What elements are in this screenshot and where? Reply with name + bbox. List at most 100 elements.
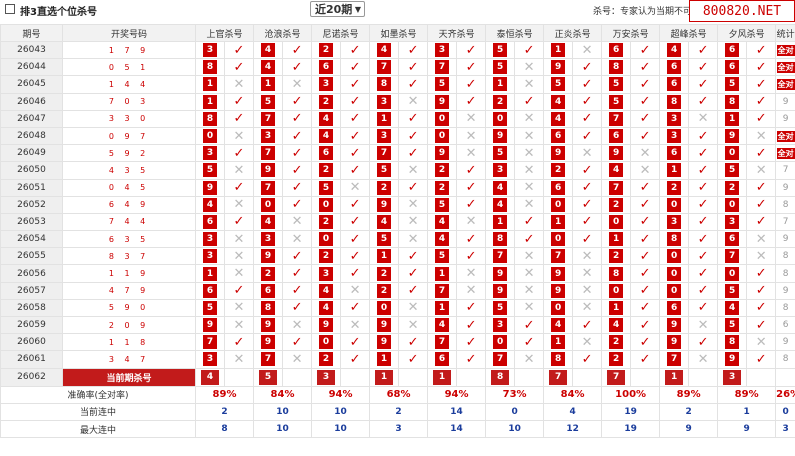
kill-pick: 4 <box>485 195 516 214</box>
check-icon: ✓ <box>456 40 487 60</box>
check-icon: ✓ <box>340 230 371 249</box>
kill-pick-value: 0 <box>725 266 740 281</box>
kill-pick: 5 <box>543 75 574 94</box>
cross-icon: ✕ <box>514 264 545 283</box>
kill-pick: 8 <box>543 350 574 369</box>
cross-icon: ✕ <box>398 195 429 214</box>
table-row: 26046 7 0 3 1 ✓ 5 ✓ 2 ✓ 3 ✕ 9 ✓ 2 ✓ 4 ✓ 5 ✓ 8 ✓ 8 ✓ 9 <box>0 92 795 111</box>
check-icon: ✓ <box>223 58 255 77</box>
max-streak-cell: 10 <box>311 419 371 439</box>
check-icon: ✓ <box>688 195 719 214</box>
check-icon: ✓ <box>630 281 661 300</box>
check-icon: ✓ <box>456 298 487 318</box>
cross-icon: ✕ <box>514 75 545 94</box>
kill-pick-value: 1 <box>551 335 566 350</box>
check-icon: ✓ <box>746 178 777 197</box>
kill-pick-value: 3 <box>667 129 682 144</box>
kill-pick: 2 <box>369 178 400 197</box>
kill-pick-value: 6 <box>609 129 624 144</box>
current-kill-value: 4 <box>201 369 219 385</box>
max-streak-cell: 19 <box>601 419 661 439</box>
kill-pick: 5 <box>717 75 748 94</box>
kill-pick-value: 9 <box>551 266 566 281</box>
stats-value: 8 <box>782 268 789 279</box>
check-icon: ✓ <box>630 109 661 128</box>
kill-pick-value: 9 <box>493 283 508 298</box>
kill-pick-value: 4 <box>435 318 450 333</box>
kill-pick: 6 <box>543 126 574 146</box>
check-icon: ✓ <box>398 75 429 94</box>
kill-pick-value: 4 <box>435 214 450 229</box>
kill-pick-value: 9 <box>551 60 566 75</box>
accuracy-cell: 94% <box>311 385 371 404</box>
kill-pick: 1 <box>485 212 516 232</box>
kill-pick-value: 3 <box>667 214 682 229</box>
max-streak-cell: 9 <box>717 419 777 439</box>
kill-pick: 7 <box>427 281 458 300</box>
kill-pick-value: 7 <box>261 180 276 195</box>
stats-cell: 6 <box>775 315 795 335</box>
option-checkbox[interactable] <box>5 4 15 14</box>
kill-pick: 3 <box>195 350 225 369</box>
empty-cell <box>630 367 661 387</box>
kill-pick: 1 <box>195 92 225 111</box>
period-select[interactable]: 近20期 ▼ <box>310 1 365 17</box>
stats-value: 全对 <box>776 78 795 90</box>
draw-numbers: 6 3 5 <box>62 230 196 249</box>
kill-pick: 0 <box>717 264 748 283</box>
check-icon: ✓ <box>456 247 487 266</box>
cross-icon: ✕ <box>514 195 545 214</box>
current-kill-pick: 5 <box>253 367 284 387</box>
kill-pick: 2 <box>659 178 690 197</box>
draw-numbers: 1 4 4 <box>62 75 196 94</box>
kill-pick-value: 0 <box>435 111 450 126</box>
kill-pick-value: 9 <box>319 318 334 333</box>
current-row: 26062 当前期杀号 4 5 3 1 1 8 7 7 1 3 <box>0 367 795 387</box>
table-row: 26048 0 9 7 0 ✕ 3 ✓ 4 ✓ 3 ✓ 0 ✕ 9 ✕ 6 ✓ 6 ✓ 3 ✓ 9 ✕ 全对 <box>0 126 795 146</box>
cross-icon: ✕ <box>282 350 313 369</box>
issue-number: 26050 <box>0 161 63 180</box>
kill-pick-value: 9 <box>609 146 624 161</box>
stats-value: 9 <box>782 113 789 124</box>
kill-pick-value: 3 <box>319 266 334 281</box>
kill-pick: 0 <box>369 298 400 318</box>
kill-pick-value: 0 <box>377 300 392 315</box>
kill-pick-value: 2 <box>319 214 334 229</box>
kill-table: 期号 开奖号码 上官杀号 沧浪杀号 尼诺杀号 如墨杀号 天齐杀号 泰恒杀号 正炎杀号 万安杀号 超峰… <box>0 24 795 439</box>
kill-pick-value: 1 <box>435 266 450 281</box>
kill-pick-value: 5 <box>435 249 450 264</box>
kill-pick: 0 <box>601 212 632 232</box>
kill-pick-value: 8 <box>609 266 624 281</box>
check-icon: ✓ <box>398 58 429 77</box>
kill-pick-value: 1 <box>667 163 682 178</box>
kill-pick-value: 7 <box>609 180 624 195</box>
kill-pick: 9 <box>253 161 284 180</box>
kill-pick: 9 <box>485 264 516 283</box>
kill-pick-value: 0 <box>261 197 276 212</box>
cross-icon: ✕ <box>514 161 545 180</box>
kill-pick: 2 <box>311 350 342 369</box>
check-icon: ✓ <box>340 58 371 77</box>
kill-pick: 3 <box>195 144 225 163</box>
kill-pick-value: 7 <box>435 283 450 298</box>
kill-pick-value: 3 <box>319 77 334 92</box>
kill-pick-value: 9 <box>435 146 450 161</box>
stats-row: 当前连中 2 10 10 2 14 0 4 19 2 1 0 <box>0 402 795 421</box>
check-icon: ✓ <box>398 40 429 60</box>
kill-pick: 3 <box>485 161 516 180</box>
draw-numbers: 4 7 9 <box>62 281 196 300</box>
kill-pick-value: 7 <box>667 352 682 367</box>
kill-pick-value: 9 <box>377 335 392 350</box>
kill-pick-value: 1 <box>377 111 392 126</box>
kill-pick: 4 <box>659 40 690 60</box>
kill-pick: 7 <box>485 247 516 266</box>
kill-pick: 3 <box>427 40 458 60</box>
kill-pick-value: 2 <box>377 266 392 281</box>
max-streak-cell: 3 <box>369 419 429 439</box>
kill-pick-value: 5 <box>609 77 624 92</box>
kill-pick-value: 9 <box>261 318 276 333</box>
kill-pick: 9 <box>253 333 284 352</box>
check-icon: ✓ <box>340 333 371 352</box>
check-icon: ✓ <box>456 315 487 335</box>
table-row: 26047 3 3 0 8 ✓ 7 ✓ 4 ✓ 1 ✓ 0 ✕ 0 ✕ 4 ✓ 7 ✓ 3 ✕ 1 ✓ 9 <box>0 109 795 128</box>
